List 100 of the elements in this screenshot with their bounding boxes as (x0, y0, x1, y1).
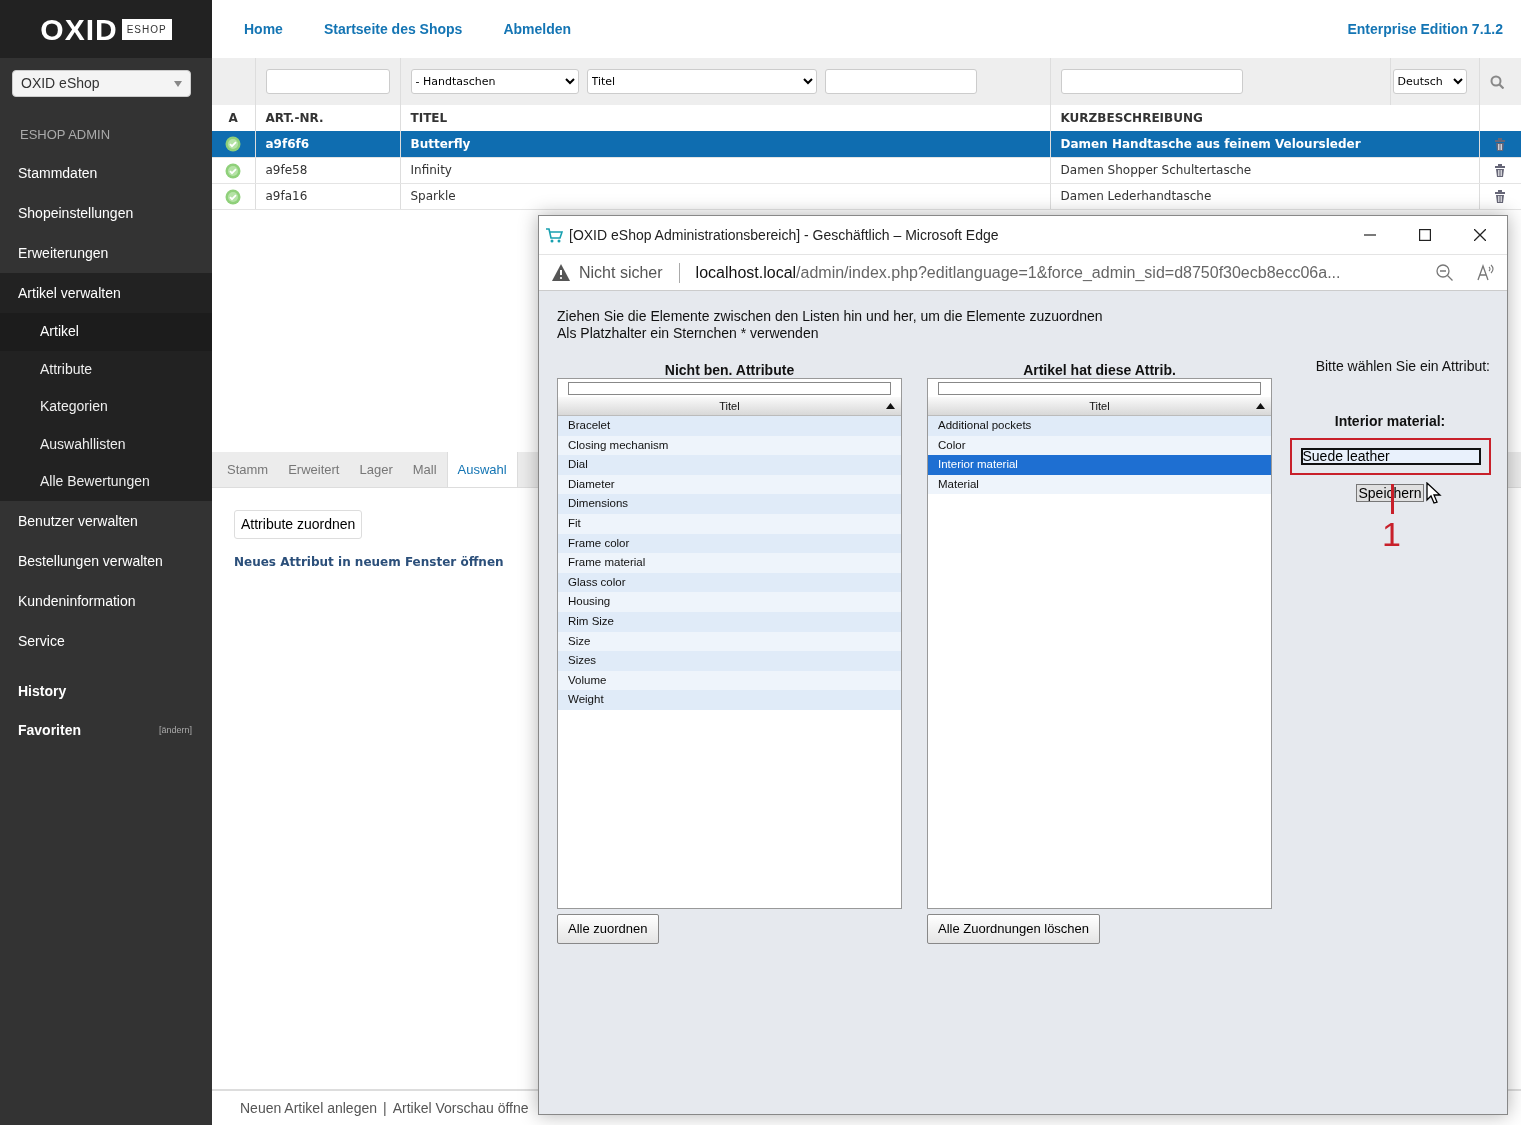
sidebar-item[interactable]: History (0, 670, 212, 711)
sidebar-item[interactable]: Service (0, 620, 212, 661)
link-separator: | (383, 1098, 387, 1118)
trash-icon (1494, 136, 1507, 152)
sidebar-item[interactable]: Shopeinstellungen (0, 193, 212, 233)
list-item[interactable]: Color (928, 435, 1271, 456)
cart-icon (545, 227, 563, 243)
tab[interactable]: Mall (402, 451, 447, 487)
sidebar-subitem[interactable]: Auswahllisten (0, 425, 212, 463)
list-item[interactable]: Additional pockets (928, 416, 1271, 436)
window-title: [OXID eShop Administrationsbereich] - Geschäftlich – Microsoft Edge (569, 225, 999, 245)
sidebar-subitem[interactable]: Artikel (0, 313, 212, 351)
list-filter-input[interactable] (938, 382, 1261, 395)
sidebar-item[interactable]: Benutzer verwalten (0, 500, 212, 541)
annotation-number: 1 (1382, 516, 1401, 552)
filter-input[interactable] (824, 69, 977, 94)
filter-input[interactable] (265, 69, 390, 94)
sort-arrow-icon (886, 403, 895, 409)
sidebar-item[interactable]: Bestellungen verwalten (0, 540, 212, 581)
section-label: ESHOP ADMIN (20, 126, 112, 144)
new-window-link[interactable]: Neues Attribut in neuem Fenster öffnen (234, 552, 504, 571)
shop-select[interactable]: OXID eShop (12, 70, 191, 97)
table-cell: Sparkle (400, 183, 1051, 209)
list-item[interactable]: Dial (558, 455, 901, 475)
list-item[interactable]: Interior material (928, 455, 1271, 475)
read-aloud-icon (1477, 264, 1495, 281)
language-select[interactable]: Deutsch (1392, 69, 1467, 94)
list-item[interactable]: Sizes (558, 651, 901, 671)
list-item[interactable]: Size (558, 631, 901, 652)
list-item[interactable]: Weight (558, 690, 901, 710)
search-icon (1489, 75, 1504, 89)
list-item[interactable]: Diameter (558, 474, 901, 495)
list-column-header[interactable]: Titel (558, 397, 901, 416)
assign-attributes-button[interactable]: Attribute zuordnen (234, 509, 363, 539)
list-item[interactable]: Bracelet (558, 416, 901, 436)
filter-input[interactable] (1060, 69, 1243, 94)
footer-link[interactable]: Artikel Vorschau öffne (392, 1097, 529, 1119)
list-action-button[interactable]: Alle Zuordnungen löschen (927, 914, 1101, 944)
table-row[interactable]: a9f6f6 Butterfly Damen Handtasche aus feinem Veloursleder (212, 131, 1521, 157)
table-cell: Damen Shopper Schultertasche (1050, 157, 1480, 183)
list-heading: Nicht ben. Attribute (663, 361, 796, 378)
maximize-icon (1418, 229, 1431, 241)
value-input[interactable]: Suede leather (1300, 448, 1481, 465)
field-select[interactable]: Titel (586, 69, 817, 94)
list-item[interactable]: Material (928, 474, 1271, 495)
sidebar-subitem[interactable]: Kategorien (0, 388, 212, 426)
list-item[interactable]: Dimensions (558, 494, 901, 514)
table-cell: Damen Lederhandtasche (1050, 183, 1480, 209)
url-text[interactable]: localhost.local/admin/index.php?editlanguage=1&force_admin_sid=d8750f30ecb8ecc06a... (695, 260, 1341, 285)
table-cell: Butterfly (400, 131, 1051, 157)
table-cell: a9fe58 (255, 157, 400, 183)
list-item[interactable]: Frame color (558, 533, 901, 554)
footer-link[interactable]: Neuen Artikel anlegen (240, 1097, 377, 1119)
dropdown-caret-icon (174, 80, 182, 87)
list-item[interactable]: Frame material (558, 553, 901, 573)
list-item[interactable]: Closing mechanism (558, 435, 901, 456)
logo-badge: ESHOP (121, 18, 172, 40)
tab[interactable]: Erweitert (278, 451, 350, 487)
table-row[interactable]: a9fa16 Sparkle Damen Lederhandtasche (212, 183, 1521, 209)
tab[interactable]: Stamm (217, 451, 279, 487)
header-link[interactable]: Home (244, 18, 283, 40)
list-item[interactable]: Fit (558, 513, 901, 534)
sidebar-item[interactable]: Artikel verwalten (0, 273, 212, 313)
header-link[interactable]: Startseite des Shops (323, 18, 463, 40)
close-icon (1473, 229, 1486, 241)
header-link[interactable]: Abmelden (503, 18, 572, 40)
sort-arrow-icon (1256, 403, 1265, 409)
sidebar-item[interactable]: Favoriten (18, 720, 81, 741)
mouse-pointer-icon (1426, 482, 1442, 505)
table-cell: Damen Handtasche aus feinem Veloursleder (1050, 131, 1480, 157)
list-item[interactable]: Rim Size (558, 611, 901, 632)
tab[interactable]: Lager (349, 451, 403, 487)
instruction-text: Ziehen Sie die Elemente zwischen den Listen hin und her, um die Elemente zuzuordnen (557, 308, 1104, 325)
list-heading: Artikel hat diese Attrib. (1022, 361, 1177, 378)
trash-icon (1494, 189, 1507, 204)
instruction-text: Als Platzhalter ein Sternchen * verwenden (557, 325, 820, 342)
list-item[interactable]: Volume (558, 670, 901, 691)
edition-label: Enterprise Edition 7.1.2 (1347, 19, 1503, 39)
trash-icon (1494, 163, 1507, 178)
logo-text: OXID (40, 11, 118, 48)
attribute-label: Interior material: (1333, 412, 1447, 431)
list-action-button[interactable]: Alle zuordnen (557, 914, 659, 944)
list-item[interactable]: Glass color (558, 572, 901, 593)
table-cell: a9f6f6 (255, 131, 400, 157)
category-select[interactable]: - Handtaschen (410, 69, 579, 94)
zoom-out-icon (1436, 264, 1453, 281)
security-warning: Nicht sicher (579, 262, 663, 283)
table-cell: a9fa16 (255, 183, 400, 209)
sidebar-subitem[interactable]: Attribute (0, 350, 212, 388)
tab[interactable]: Auswahl (446, 451, 518, 487)
sidebar-subitem[interactable]: Alle Bewertungen (0, 463, 212, 501)
sidebar-item[interactable]: Stammdaten (0, 153, 212, 193)
sidebar-item[interactable]: Kundeninformation (0, 580, 212, 621)
list-item[interactable]: Housing (558, 592, 901, 612)
warning-icon (551, 263, 571, 282)
list-column-header[interactable]: Titel (928, 397, 1271, 416)
table-row[interactable]: a9fe58 Infinity Damen Shopper Schultertasche (212, 157, 1521, 183)
sidebar-item[interactable]: Erweiterungen (0, 233, 212, 273)
list-filter-input[interactable] (568, 382, 891, 395)
edit-link[interactable]: [ändern] (158, 723, 192, 738)
